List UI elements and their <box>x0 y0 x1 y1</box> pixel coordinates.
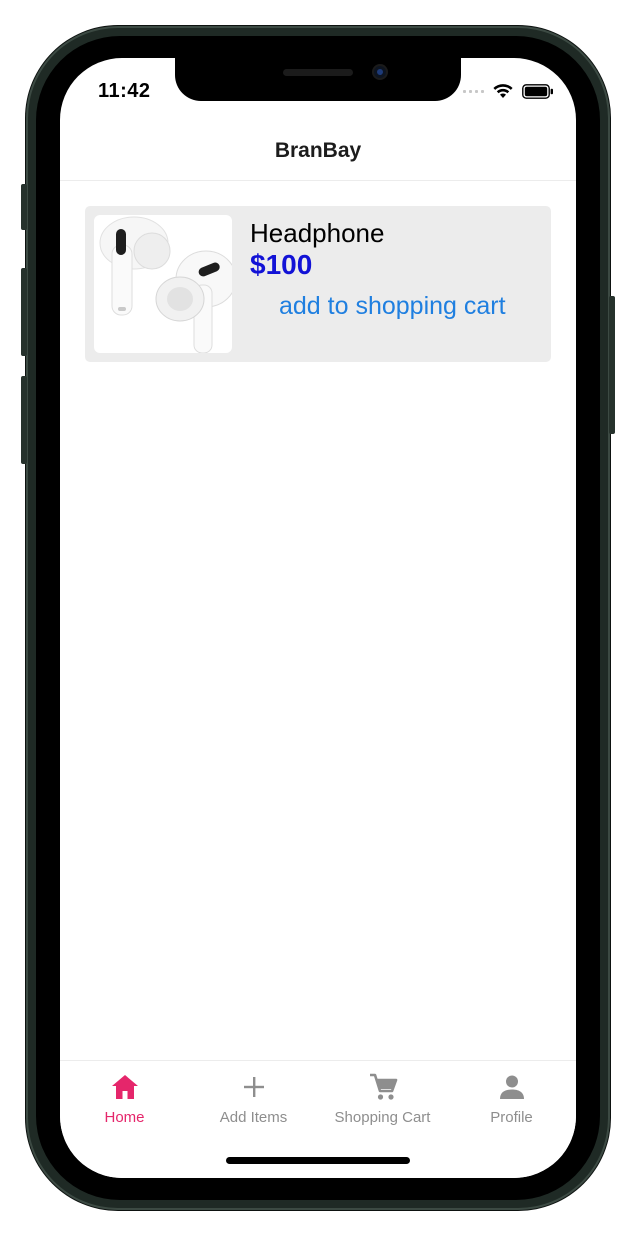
home-indicator <box>226 1157 410 1164</box>
add-to-cart-button[interactable]: add to shopping cart <box>279 292 506 321</box>
nav-header: BranBay <box>60 122 576 181</box>
product-price: $100 <box>250 249 313 280</box>
tab-profile[interactable]: Profile <box>447 1061 576 1141</box>
tab-shopping-cart-label: Shopping Cart <box>334 1109 431 1126</box>
home-icon <box>111 1075 138 1099</box>
volume-up-button <box>21 268 27 356</box>
page-title: BranBay <box>274 139 362 162</box>
product-card[interactable]: Headphone $100 add to shopping cart <box>85 206 551 362</box>
battery-icon <box>522 83 553 99</box>
earbuds-image <box>94 215 232 353</box>
status-time: 11:42 <box>98 80 151 102</box>
app-screen: 11:42 BranBay Headphone $100 add to shop… <box>60 58 576 1178</box>
wifi-icon <box>493 84 513 98</box>
tab-add-items-label: Add Items <box>219 1109 288 1126</box>
plus-icon <box>243 1077 264 1097</box>
tab-home[interactable]: Home <box>60 1061 189 1141</box>
status-indicators <box>463 83 554 99</box>
notch <box>175 58 461 101</box>
cellular-signal-icon <box>463 89 484 93</box>
cart-icon <box>369 1073 397 1100</box>
tab-add-items[interactable]: Add Items <box>189 1061 318 1141</box>
volume-down-button <box>21 376 27 464</box>
tab-shopping-cart[interactable]: Shopping Cart <box>318 1061 447 1141</box>
power-button <box>609 296 615 434</box>
speaker-grille <box>283 69 353 76</box>
front-camera <box>374 66 386 78</box>
tab-home-label: Home <box>104 1109 145 1126</box>
mute-switch <box>21 184 27 230</box>
product-name: Headphone <box>250 218 385 248</box>
tab-profile-label: Profile <box>490 1109 533 1126</box>
person-icon <box>499 1075 524 1099</box>
